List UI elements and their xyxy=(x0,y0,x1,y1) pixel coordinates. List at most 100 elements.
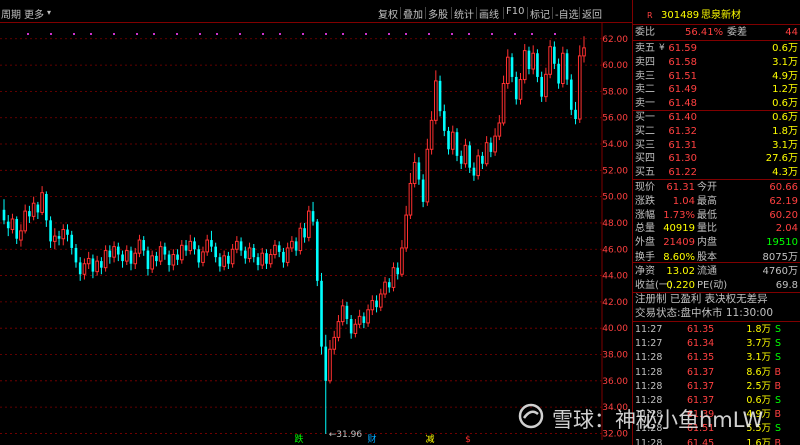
tick-direction: S xyxy=(774,423,781,435)
candle-body xyxy=(349,318,353,334)
ask-row-4-label: 卖四 xyxy=(635,56,655,68)
candle-body xyxy=(133,252,138,265)
candle-body xyxy=(429,119,434,150)
tick-volume: 3.1万 xyxy=(746,352,771,364)
bid-row-3: 买三 61.31 3.1万 xyxy=(633,138,800,153)
bid-row-3-volume: 3.1万 xyxy=(772,139,798,151)
candle-body xyxy=(400,247,404,275)
candle-body xyxy=(6,221,10,229)
candle-body xyxy=(70,234,74,248)
candle-body xyxy=(438,80,442,112)
candle-body xyxy=(273,244,277,256)
candle-body xyxy=(303,228,306,238)
ask-row-3-price: 61.51 xyxy=(668,70,697,82)
signal-dot xyxy=(262,33,264,35)
candle-body xyxy=(129,250,133,264)
event-marker: 跌 xyxy=(294,434,303,445)
candle-body xyxy=(36,204,40,213)
bid-row-2-label: 买二 xyxy=(635,125,655,137)
candle-body xyxy=(103,250,108,269)
ask-row-1: 卖一 61.48 0.6万 xyxy=(633,96,800,111)
signal-dot xyxy=(216,33,218,35)
signal-dot xyxy=(279,33,281,35)
toolbar-button-5[interactable]: F10 xyxy=(506,6,524,17)
stat-label: 换手 xyxy=(635,252,655,263)
toolbar-button-8[interactable]: 返回 xyxy=(582,6,602,21)
candle-body xyxy=(227,255,230,264)
candle-body xyxy=(100,261,103,268)
stat-value: 4760万 xyxy=(762,265,798,277)
candle-body xyxy=(19,230,23,241)
toolbar-button-6[interactable]: 标记 xyxy=(530,6,550,21)
toolbar-button-3[interactable]: 统计 xyxy=(454,6,474,21)
period-menu[interactable]: 周期 xyxy=(1,6,21,21)
tick-price: 61.34 xyxy=(687,338,715,350)
ask-row-4-price: 61.58 xyxy=(668,56,697,68)
candle-body xyxy=(10,218,15,231)
signal-dot xyxy=(428,33,430,35)
tick-direction: B xyxy=(774,409,781,421)
stat-value: 8075万 xyxy=(762,252,798,263)
order-ratio-row: 委比 56.41% 委差 44 xyxy=(633,25,800,40)
bid-row-5-label: 买五 xyxy=(635,167,655,179)
candle-body xyxy=(205,239,210,253)
candle-body xyxy=(82,263,87,275)
candle-body xyxy=(332,336,337,350)
signal-dot xyxy=(554,33,556,35)
toolbar-button-1[interactable]: 叠加 xyxy=(403,6,423,21)
stat-value: 61.31 xyxy=(666,182,695,193)
stat-label: 最高 xyxy=(697,195,717,207)
stat-value: 13.02 xyxy=(666,265,695,277)
more-dropdown-icon[interactable]: ▾ xyxy=(47,8,51,17)
stat-value: 60.20 xyxy=(769,209,798,221)
bid-row-1-label: 买一 xyxy=(635,112,655,123)
candle-body xyxy=(493,135,497,153)
candle-body xyxy=(472,167,476,176)
candle-body xyxy=(201,251,205,263)
candle-body xyxy=(447,130,450,150)
candle-body xyxy=(252,247,256,258)
kline-chart[interactable]: 62.00 60.00 58.00 56.00 54.00 52.00 50.00 48.00… xyxy=(0,0,632,445)
quote-panel: R 301489 思泉新材 委比 56.41% 委差 44 卖五 ¥61.59 0.… xyxy=(632,0,800,445)
bid-row-5-volume: 4.3万 xyxy=(772,167,798,179)
toolbar-button-2[interactable]: 多股 xyxy=(428,6,448,21)
candle-body xyxy=(61,229,66,240)
stat-label: PE(动) xyxy=(697,279,728,291)
candle-body xyxy=(163,246,167,255)
y-tick-label: 54.00 xyxy=(602,140,628,150)
event-marker: $ xyxy=(465,435,471,445)
candle-body xyxy=(315,221,319,281)
candle-body xyxy=(146,250,150,269)
signal-dot xyxy=(113,33,115,35)
stat-label: 外盘 xyxy=(635,237,655,249)
stat-value: 1.04 xyxy=(672,195,695,207)
bid-row-4-volume: 27.6万 xyxy=(765,153,798,165)
stat-value: 69.8 xyxy=(775,279,798,291)
candle-body xyxy=(193,241,196,250)
more-menu[interactable]: 更多 xyxy=(24,6,44,21)
signal-dot xyxy=(325,33,327,35)
stat-label: 涨跌 xyxy=(635,195,655,207)
signal-dot xyxy=(136,33,138,35)
signal-dot xyxy=(90,33,92,35)
stat-row-stats-0: 现价 61.31 今开 60.66 xyxy=(633,180,800,195)
bid-row-3-label: 买三 xyxy=(635,139,655,151)
candle-body xyxy=(260,252,265,266)
low-price-annotation: ←31.96 xyxy=(329,430,363,440)
candle-body xyxy=(184,245,188,251)
candle-body xyxy=(574,109,577,120)
candle-body xyxy=(49,220,52,242)
candle-body xyxy=(527,50,531,70)
stat-label: 净资 xyxy=(635,265,655,277)
toolbar-button-0[interactable]: 复权 xyxy=(378,6,398,21)
trade-status: 交易状态:盘中休市 11:30:00 xyxy=(633,306,800,321)
bid-row-3-price: 61.31 xyxy=(668,139,697,151)
candle-body xyxy=(57,236,61,239)
candle-body xyxy=(370,300,375,311)
candle-body xyxy=(378,293,383,308)
toolbar-button-4[interactable]: 画线 xyxy=(479,6,499,21)
candle-body xyxy=(501,83,506,124)
toolbar-button-7[interactable]: -自选 xyxy=(555,6,579,21)
candle-body xyxy=(277,245,281,252)
candle-body xyxy=(408,182,413,216)
